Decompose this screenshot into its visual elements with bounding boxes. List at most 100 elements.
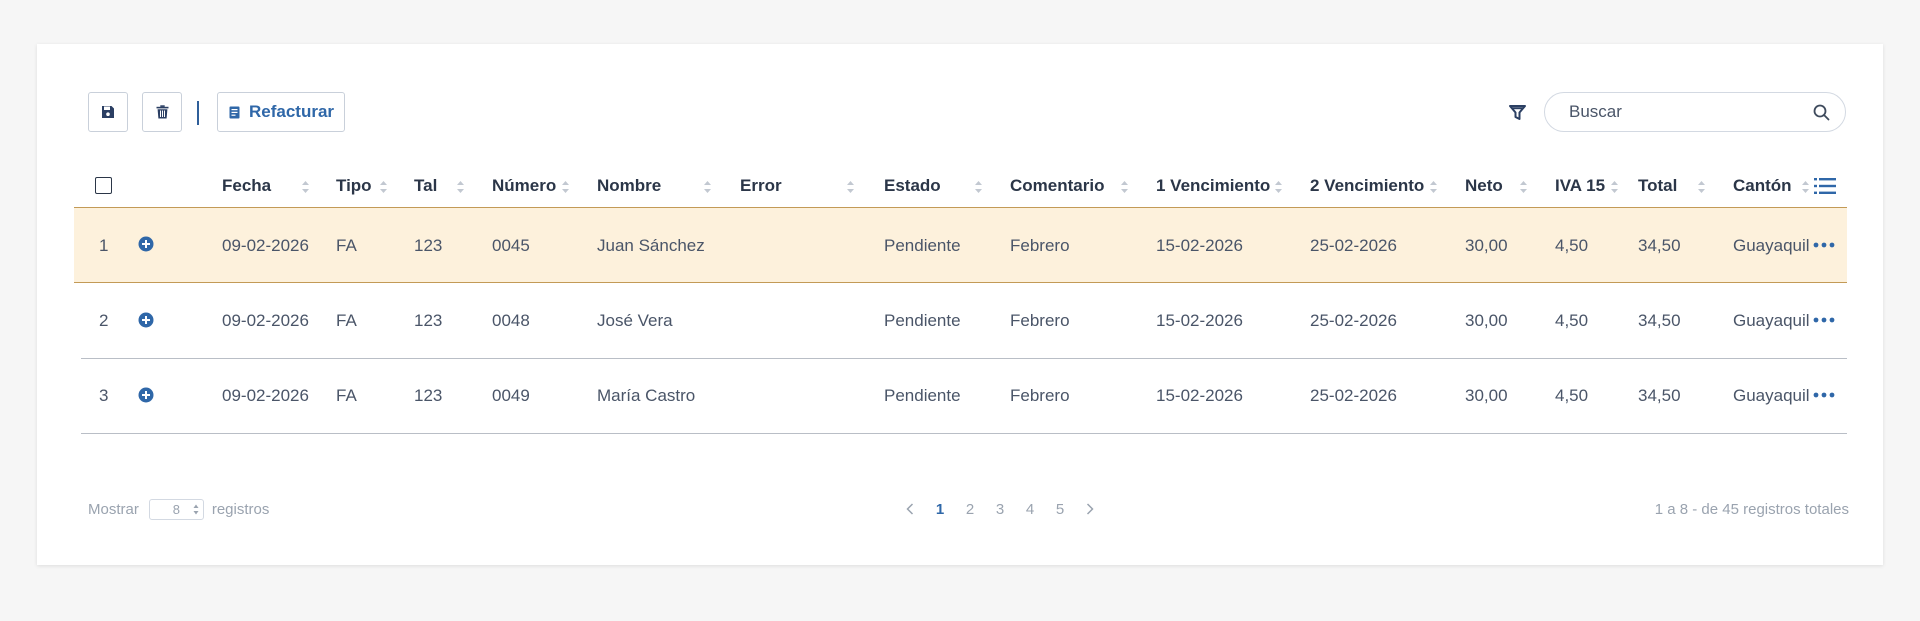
records-label: registros — [211, 500, 270, 518]
column-header-iva[interactable]: IVA 15 — [1555, 166, 1605, 206]
sort-icon[interactable] — [301, 180, 310, 194]
sort-icon[interactable] — [703, 180, 712, 194]
refacturar-button[interactable]: Refacturar — [217, 92, 345, 132]
column-header-nombre[interactable]: Nombre — [597, 166, 661, 206]
cell-comentario: Febrero — [1010, 235, 1070, 255]
column-header-canton[interactable]: Cantón — [1733, 166, 1792, 206]
column-header-total[interactable]: Total — [1638, 166, 1677, 206]
cell-vencimiento-1: 15-02-2026 — [1156, 385, 1243, 405]
sort-icon[interactable] — [379, 180, 388, 194]
funnel-icon[interactable] — [1507, 102, 1527, 122]
cell-iva: 4,50 — [1555, 310, 1589, 330]
cell-total: 34,50 — [1638, 385, 1681, 405]
cell-numero: 0049 — [492, 385, 530, 405]
cell-comentario: Febrero — [1010, 385, 1070, 405]
refacturar-label: Refacturar — [249, 102, 335, 121]
column-header-comentario[interactable]: Comentario — [1010, 166, 1104, 206]
column-header-neto[interactable]: Neto — [1465, 166, 1503, 206]
sort-icon[interactable] — [456, 180, 465, 194]
cell-total: 34,50 — [1638, 310, 1681, 330]
cell-numero: 0048 — [492, 310, 530, 330]
expand-plus-icon[interactable] — [138, 312, 154, 328]
save-button[interactable] — [88, 92, 128, 132]
page-4-button[interactable]: 4 — [1015, 498, 1045, 520]
cell-tal: 123 — [414, 310, 443, 330]
sort-icon[interactable] — [1274, 180, 1283, 194]
cell-nombre: María Castro — [597, 385, 696, 405]
cell-total: 34,50 — [1638, 235, 1681, 255]
prev-page-button[interactable] — [895, 498, 925, 520]
cell-canton: Guayaquil — [1733, 310, 1810, 330]
expand-plus-icon[interactable] — [138, 236, 154, 252]
cell-vencimiento-2: 25-02-2026 — [1310, 235, 1397, 255]
column-header-fecha[interactable]: Fecha — [222, 166, 271, 206]
expand-plus-icon[interactable] — [138, 387, 154, 403]
floppy-disk-icon — [102, 106, 114, 118]
column-header-error[interactable]: Error — [740, 166, 782, 206]
sort-icon[interactable] — [1697, 180, 1706, 194]
column-header-vencimiento-1[interactable]: 1 Vencimiento — [1156, 166, 1270, 206]
sort-icon[interactable] — [1519, 180, 1528, 194]
cell-vencimiento-2: 25-02-2026 — [1310, 385, 1397, 405]
cell-row-number: 1 — [99, 235, 109, 255]
sort-icon[interactable] — [561, 180, 570, 194]
table-row[interactable]: 1 09-02-2026 FA 123 0045 Juan Sánchez Pendient… — [74, 207, 1847, 283]
sort-icon[interactable] — [846, 180, 855, 194]
table-row[interactable]: 2 09-02-2026 FA 123 0048 José Vera Pendiente Fe… — [81, 283, 1847, 359]
table-header: Fecha Tipo Tal Número Nombre Error Estad… — [81, 166, 1847, 206]
table-row[interactable]: 3 09-02-2026 FA 123 0049 María Castro Pendient… — [81, 358, 1847, 434]
column-header-tipo[interactable]: Tipo — [336, 166, 372, 206]
select-all-checkbox[interactable] — [95, 177, 112, 194]
cell-row-number: 2 — [99, 310, 109, 330]
cell-canton: Guayaquil — [1733, 235, 1810, 255]
cell-estado: Pendiente — [884, 310, 961, 330]
delete-button[interactable] — [142, 92, 182, 132]
trash-icon — [156, 105, 168, 119]
column-header-tal[interactable]: Tal — [414, 166, 437, 206]
cell-tipo: FA — [336, 235, 357, 255]
page-3-button[interactable]: 3 — [985, 498, 1015, 520]
page-2-button[interactable]: 2 — [955, 498, 985, 520]
sort-icon[interactable] — [974, 180, 983, 194]
chevron-right-icon — [1086, 503, 1094, 515]
cell-fecha: 09-02-2026 — [222, 235, 309, 255]
page-5-button[interactable]: 5 — [1045, 498, 1075, 520]
cell-estado: Pendiente — [884, 385, 961, 405]
cell-neto: 30,00 — [1465, 235, 1508, 255]
search-input[interactable] — [1569, 93, 1799, 131]
cell-row-number: 3 — [99, 385, 109, 405]
more-options-icon[interactable] — [1813, 238, 1835, 252]
column-header-estado[interactable]: Estado — [884, 166, 941, 206]
column-header-numero[interactable]: Número — [492, 166, 556, 206]
cell-vencimiento-1: 15-02-2026 — [1156, 235, 1243, 255]
sort-icon[interactable] — [1120, 180, 1129, 194]
page-1-button[interactable]: 1 — [925, 498, 955, 520]
chevron-left-icon — [906, 503, 914, 515]
cell-neto: 30,00 — [1465, 310, 1508, 330]
cell-iva: 4,50 — [1555, 385, 1589, 405]
search-icon[interactable] — [1813, 104, 1830, 121]
sort-icon[interactable] — [1429, 180, 1438, 194]
page-size-control: Mostrar 8 registros — [88, 498, 269, 520]
cell-estado: Pendiente — [884, 235, 961, 255]
cell-nombre: Juan Sánchez — [597, 235, 705, 255]
cell-fecha: 09-02-2026 — [222, 385, 309, 405]
cell-nombre: José Vera — [597, 310, 673, 330]
pagination: 1 2 3 4 5 — [895, 498, 1105, 520]
list-settings-icon[interactable] — [1814, 177, 1836, 195]
cell-numero: 0045 — [492, 235, 530, 255]
cell-tal: 123 — [414, 385, 443, 405]
more-options-icon[interactable] — [1813, 313, 1835, 327]
page-size-select[interactable]: 8 — [148, 498, 204, 520]
sort-icon[interactable] — [1801, 180, 1810, 194]
cell-canton: Guayaquil — [1733, 385, 1810, 405]
cell-iva: 4,50 — [1555, 235, 1589, 255]
next-page-button[interactable] — [1075, 498, 1105, 520]
sort-icon[interactable] — [1610, 180, 1619, 194]
cell-vencimiento-2: 25-02-2026 — [1310, 310, 1397, 330]
invoice-table-card: Refacturar Fecha Tipo Tal Número Nombre … — [37, 44, 1883, 565]
more-options-icon[interactable] — [1813, 388, 1835, 402]
column-header-vencimiento-2[interactable]: 2 Vencimiento — [1310, 166, 1424, 206]
cell-tal: 123 — [414, 235, 443, 255]
spinner-arrows-icon — [193, 504, 199, 514]
